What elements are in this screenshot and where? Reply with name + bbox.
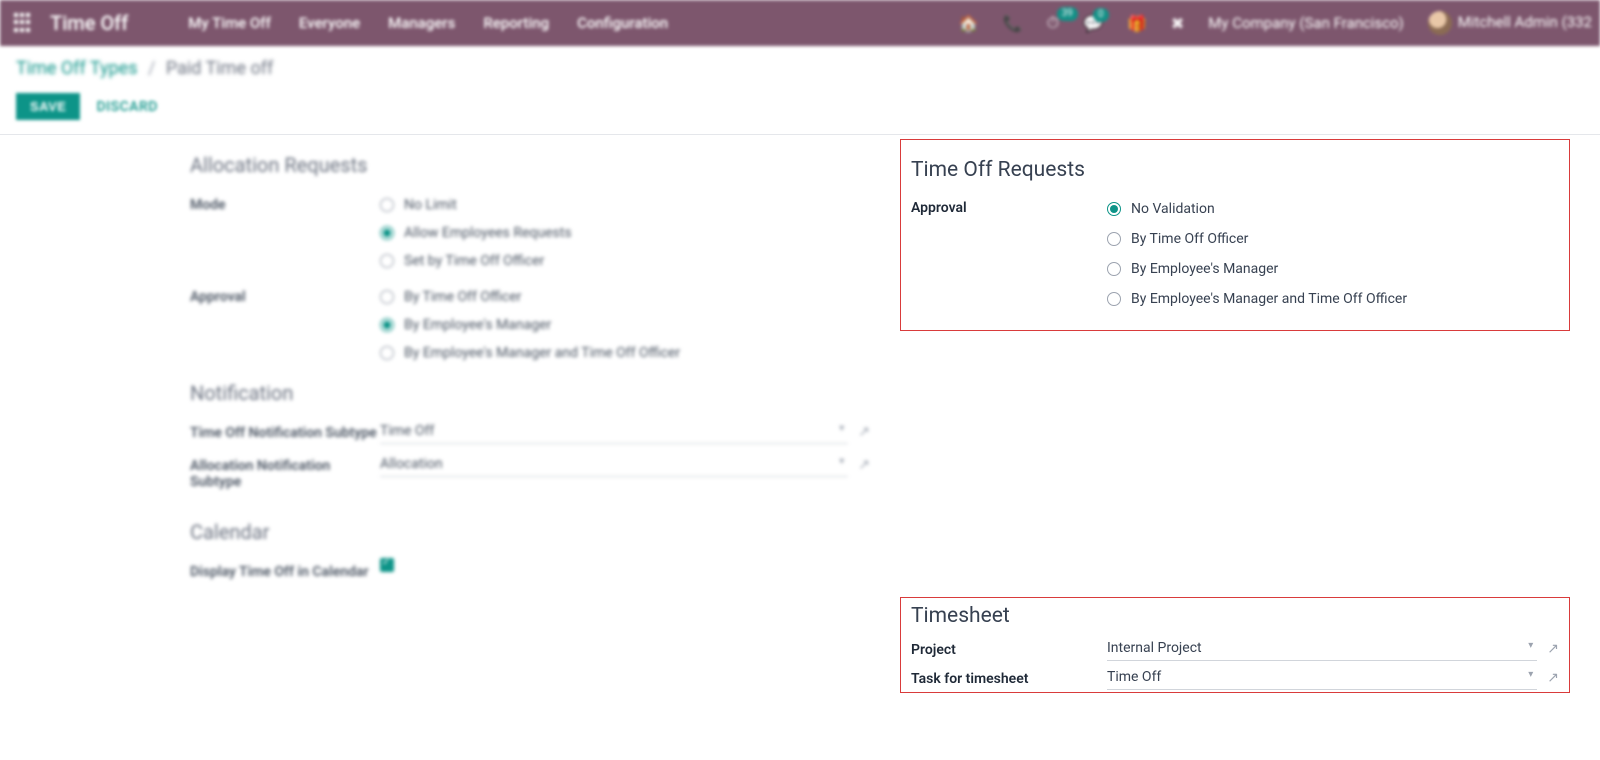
label-project: Project	[911, 636, 1107, 658]
nav-configuration[interactable]: Configuration	[577, 14, 668, 32]
label-task: Task for timesheet	[911, 665, 1107, 687]
nav-right: 🏠 📞 ⏱39 💬0 🎁 ✖ My Company (San Francisco…	[959, 11, 1592, 35]
radio-alloc-by-manager[interactable]: By Employee's Manager	[380, 311, 870, 339]
highlight-timesheet: Timesheet Project Internal Project ↗ Tas…	[900, 597, 1570, 693]
radio-by-both[interactable]: By Employee's Manager and Time Off Offic…	[1107, 284, 1559, 314]
discard-button[interactable]: DISCARD	[96, 99, 157, 115]
form-body: Allocation Requests Mode No Limit Allow …	[0, 135, 1600, 713]
nav-managers[interactable]: Managers	[388, 14, 455, 32]
external-link-icon[interactable]: ↗	[858, 424, 870, 440]
chat-icon[interactable]: 💬0	[1083, 14, 1103, 33]
radio-by-manager[interactable]: By Employee's Manager	[1107, 254, 1559, 284]
gift-icon[interactable]: 🎁	[1127, 14, 1147, 33]
top-nav: Time Off My Time Off Everyone Managers R…	[0, 0, 1600, 46]
breadcrumb: Time Off Types / Paid Time off	[16, 58, 1584, 79]
breadcrumb-current: Paid Time off	[166, 58, 273, 79]
radio-by-officer[interactable]: By Time Off Officer	[1107, 224, 1559, 254]
timer-icon[interactable]: ⏱39	[1047, 13, 1059, 33]
input-notif-allocation[interactable]: Allocation	[380, 452, 848, 477]
section-allocation-requests: Allocation Requests	[190, 153, 870, 177]
section-time-off-requests: Time Off Requests	[911, 158, 1559, 182]
timer-badge: 39	[1057, 7, 1078, 21]
company-switcher[interactable]: My Company (San Francisco)	[1208, 14, 1403, 32]
input-task[interactable]: Time Off	[1107, 665, 1537, 690]
radio-no-validation[interactable]: No Validation	[1107, 194, 1559, 224]
breadcrumb-parent[interactable]: Time Off Types	[16, 58, 138, 79]
left-column: Allocation Requests Mode No Limit Allow …	[190, 139, 870, 713]
nav-reporting[interactable]: Reporting	[483, 14, 549, 32]
input-notif-timeoff[interactable]: Time Off	[380, 419, 848, 444]
label-notif-timeoff: Time Off Notification Subtype	[190, 419, 380, 441]
label-alloc-approval: Approval	[190, 283, 380, 305]
checkbox-display-calendar[interactable]	[380, 558, 394, 572]
phone-icon[interactable]: 📞	[1003, 14, 1023, 33]
external-link-icon[interactable]: ↗	[858, 457, 870, 473]
close-icon[interactable]: ✖	[1171, 14, 1184, 33]
radio-set-by-officer[interactable]: Set by Time Off Officer	[380, 247, 870, 275]
radio-allow-employees[interactable]: Allow Employees Requests	[380, 219, 870, 247]
section-timesheet: Timesheet	[911, 604, 1559, 628]
radio-no-limit[interactable]: No Limit	[380, 191, 870, 219]
external-link-icon[interactable]: ↗	[1547, 670, 1559, 686]
avatar	[1428, 11, 1452, 35]
radio-alloc-by-both[interactable]: By Employee's Manager and Time Off Offic…	[380, 339, 870, 367]
nav-my-time-off[interactable]: My Time Off	[188, 14, 271, 32]
label-display-calendar: Display Time Off in Calendar	[190, 558, 380, 580]
external-link-icon[interactable]: ↗	[1547, 641, 1559, 657]
label-notif-allocation: Allocation Notification Subtype	[190, 452, 380, 490]
section-calendar: Calendar	[190, 520, 870, 544]
right-column: Time Off Requests Approval No Validation…	[900, 139, 1600, 713]
user-menu[interactable]: Mitchell Admin (332	[1428, 11, 1592, 35]
nav-everyone[interactable]: Everyone	[299, 14, 360, 32]
nav-menu: My Time Off Everyone Managers Reporting …	[188, 14, 668, 32]
chat-badge: 0	[1093, 8, 1109, 22]
section-notification: Notification	[190, 381, 870, 405]
control-panel: Time Off Types / Paid Time off SAVE DISC…	[0, 46, 1600, 128]
label-request-approval: Approval	[911, 194, 1107, 216]
label-mode: Mode	[190, 191, 380, 213]
highlight-time-off-requests: Time Off Requests Approval No Validation…	[900, 139, 1570, 331]
input-project[interactable]: Internal Project	[1107, 636, 1537, 661]
radio-alloc-by-officer[interactable]: By Time Off Officer	[380, 283, 870, 311]
apps-icon[interactable]	[14, 13, 34, 33]
save-button[interactable]: SAVE	[16, 93, 80, 120]
home-icon[interactable]: 🏠	[959, 14, 979, 33]
app-title[interactable]: Time Off	[50, 11, 128, 35]
